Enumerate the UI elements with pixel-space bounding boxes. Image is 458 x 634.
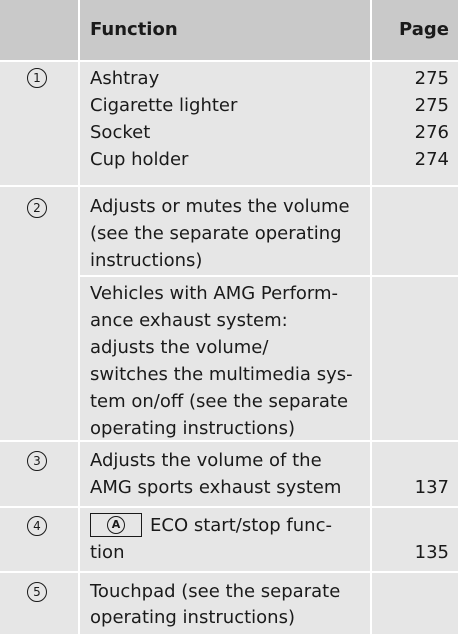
- function-text-line: tem on/off (see the separate: [90, 391, 349, 412]
- callout-number-1: 1: [27, 68, 47, 88]
- header-page-label: Page: [399, 19, 449, 40]
- function-text-line: tion: [90, 542, 125, 563]
- row-3-function-cell: Adjusts the volume of the AMG sports exh…: [80, 442, 370, 506]
- callout-number-5: 5: [27, 582, 47, 602]
- callout-number-3: 3: [27, 451, 47, 471]
- page-ref-amg-exhaust: 137: [414, 477, 449, 498]
- row-3-number-cell: 3: [0, 442, 78, 506]
- row-1-page-cell: 275 275 276 274: [372, 62, 458, 185]
- function-ashtray: Ashtray: [90, 68, 160, 89]
- function-text-line: (see the separate operating: [90, 223, 342, 244]
- table-header-row: Function Page: [0, 0, 458, 60]
- inner-row-divider: [80, 275, 458, 277]
- row-1-function-cell: Ashtray Cigarette lighter Socket Cup hol…: [80, 62, 370, 185]
- page-ref-eco-start-stop: 135: [414, 542, 449, 563]
- page-ref-socket: 276: [414, 122, 449, 143]
- function-text-line: instructions): [90, 250, 203, 271]
- callout-number-2: 2: [27, 198, 47, 218]
- page-ref-ashtray: 275: [414, 68, 449, 89]
- page-ref-cup-holder: 274: [414, 149, 449, 170]
- row-5-page-cell: [372, 573, 458, 634]
- function-socket: Socket: [90, 122, 151, 143]
- function-text-line: Adjusts the volume of the: [90, 450, 322, 471]
- function-text-line: Adjusts or mutes the volume: [90, 196, 350, 217]
- eco-start-stop-key: A: [90, 513, 142, 537]
- function-text-line: operating instructions): [90, 607, 295, 628]
- table-row-5: 5 Touchpad (see the separate operating i…: [0, 573, 458, 634]
- header-function-label: Function: [90, 19, 178, 40]
- row-4-number-cell: 4: [0, 508, 78, 571]
- table-row-3: 3 Adjusts the volume of the AMG sports e…: [0, 442, 458, 506]
- header-function-cell: Function: [80, 0, 370, 60]
- row-4-function-cell: A ECO start/stop func- tion: [80, 508, 370, 571]
- page-ref-cigarette-lighter: 275: [414, 95, 449, 116]
- row-3-page-cell: 137: [372, 442, 458, 506]
- row-2-function-cell: Adjusts or mutes the volume (see the sep…: [80, 187, 370, 440]
- table-row-4: 4 A ECO start/stop func- tion 135: [0, 508, 458, 571]
- row-1-number-cell: 1: [0, 62, 78, 185]
- row-5-function-cell: Touchpad (see the separate operating ins…: [80, 573, 370, 634]
- function-text-line: ance exhaust system:: [90, 310, 288, 331]
- function-text-line: operating instructions): [90, 418, 295, 439]
- function-text-line: Touchpad (see the separate: [90, 581, 341, 602]
- row-2-number-cell: 2: [0, 187, 78, 440]
- function-cigarette-lighter: Cigarette lighter: [90, 95, 238, 116]
- header-number-cell: [0, 0, 78, 60]
- function-text-line: adjusts the volume/: [90, 337, 269, 358]
- function-text-line: AMG sports exhaust system: [90, 477, 342, 498]
- eco-a-icon: A: [107, 515, 125, 534]
- callout-number-4: 4: [27, 516, 47, 536]
- function-eco-text: ECO start/stop func-: [150, 515, 332, 536]
- row-2-page-cell: [372, 187, 458, 440]
- function-cup-holder: Cup holder: [90, 149, 189, 170]
- table-row-1: 1 Ashtray Cigarette lighter Socket Cup h…: [0, 62, 458, 185]
- function-text-line: Vehicles with AMG Perform-: [90, 283, 339, 304]
- row-4-page-cell: 135: [372, 508, 458, 571]
- table-row-2: 2 Adjusts or mutes the volume (see the s…: [0, 187, 458, 440]
- function-text-line: A ECO start/stop func-: [90, 512, 332, 539]
- function-text-line: switches the multimedia sys-: [90, 364, 353, 385]
- row-5-number-cell: 5: [0, 573, 78, 634]
- header-page-cell: Page: [372, 0, 458, 60]
